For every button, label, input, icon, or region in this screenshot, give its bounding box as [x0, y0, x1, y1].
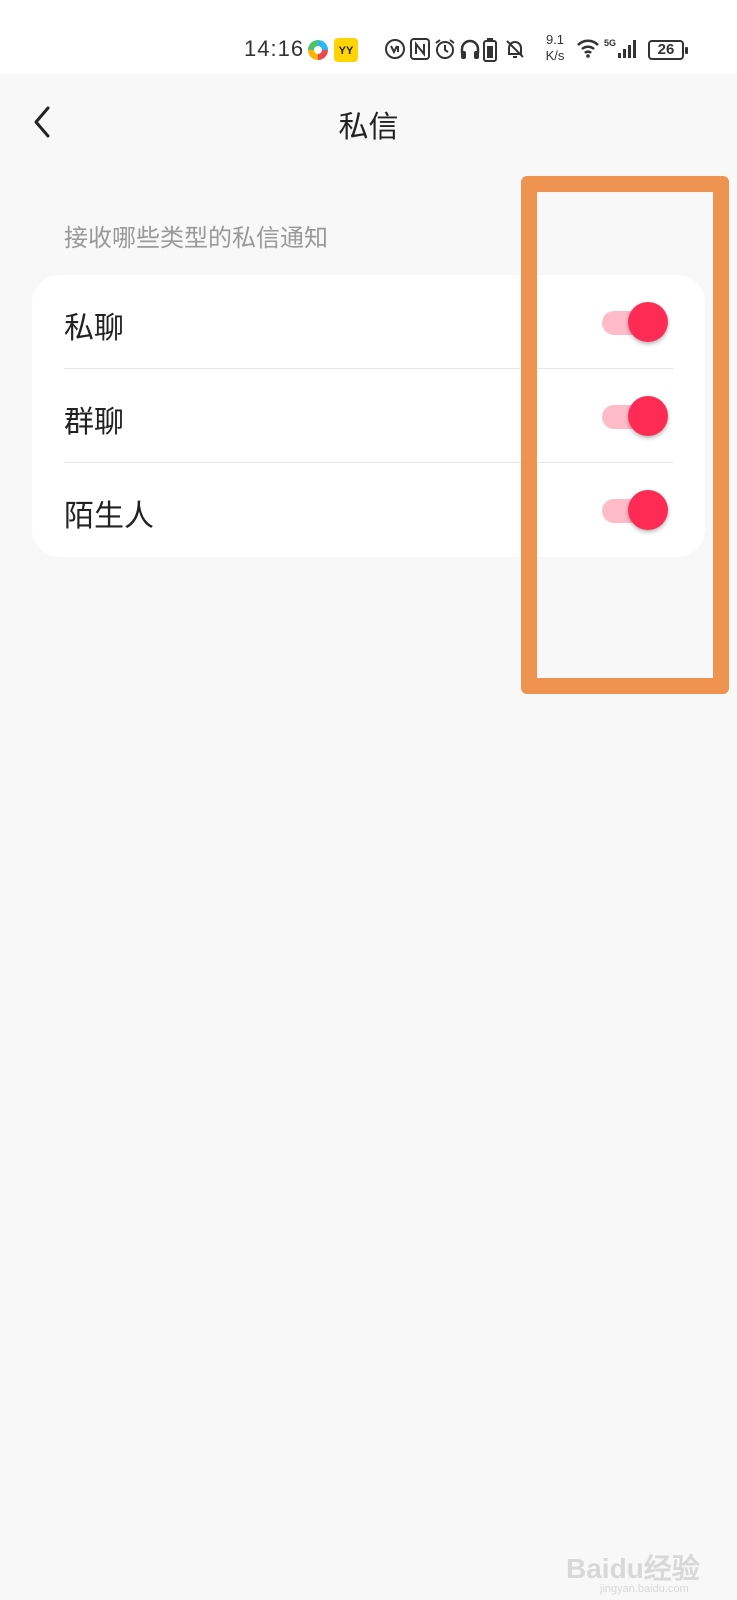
wifi-icon [576, 38, 600, 62]
vpn-icon [384, 38, 406, 64]
5g-signal-icon: 5G [604, 36, 640, 64]
page-title: 私信 [338, 110, 399, 145]
setting-label: 私聊 [64, 311, 124, 346]
watermark-logo: Baidu经验 [566, 1553, 700, 1584]
network-speed-value: 9.1 [545, 32, 565, 47]
status-time: 14:16 [244, 36, 305, 61]
app-colorful-icon [306, 38, 330, 66]
battery-saver-icon [483, 38, 497, 66]
svg-text:5G: 5G [604, 38, 616, 48]
annotation-highlight-box [521, 176, 729, 694]
setting-label: 群聊 [64, 405, 124, 440]
nfc-icon [410, 38, 430, 64]
setting-label: 陌生人 [64, 499, 154, 534]
network-speed: 9.1 K/s [540, 32, 570, 64]
battery-indicator: 26 [648, 40, 688, 60]
status-bar: 14:16 YY 9.1 K/s 5G 26 [0, 0, 737, 74]
alarm-icon [434, 38, 456, 64]
yy-app-icon: YY [334, 38, 358, 66]
svg-text:YY: YY [339, 45, 354, 57]
section-label: 接收哪些类型的私信通知 [64, 224, 328, 252]
watermark-url: jingyan.baidu.com [600, 1583, 689, 1595]
headphones-icon [459, 38, 481, 64]
network-speed-unit: K/s [545, 48, 565, 63]
mute-icon [504, 38, 526, 64]
